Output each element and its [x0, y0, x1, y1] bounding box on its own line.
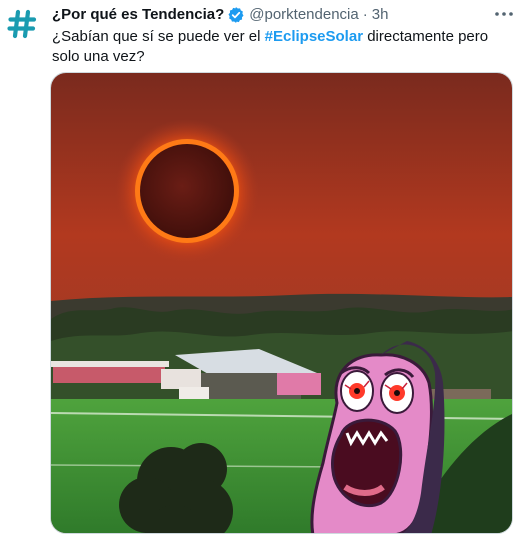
- avatar[interactable]: [5, 7, 39, 41]
- tweet-text-before: ¿Sabían que sí se puede ver el: [52, 28, 265, 45]
- tweet-card[interactable]: ¿Por qué es Tendencia? @porktendencia · …: [0, 0, 526, 542]
- author-handle[interactable]: @porktendencia: [249, 5, 358, 25]
- hashtag-link[interactable]: #EclipseSolar: [265, 28, 363, 45]
- author-display-name[interactable]: ¿Por qué es Tendencia?: [52, 5, 224, 25]
- tweet-text: ¿Sabían que sí se puede ver el #EclipseS…: [52, 27, 512, 67]
- separator-dot: ·: [362, 6, 368, 23]
- eclipse-meme-image: [51, 73, 512, 533]
- verified-badge-icon[interactable]: [227, 6, 245, 24]
- tweet-timestamp[interactable]: 3h: [372, 5, 389, 25]
- more-options-button[interactable]: [492, 4, 516, 24]
- hashtag-icon: [7, 9, 37, 39]
- tweet-header: ¿Por qué es Tendencia? @porktendencia · …: [52, 4, 388, 26]
- tweet-image[interactable]: [50, 72, 513, 534]
- more-horizontal-icon: [495, 12, 513, 16]
